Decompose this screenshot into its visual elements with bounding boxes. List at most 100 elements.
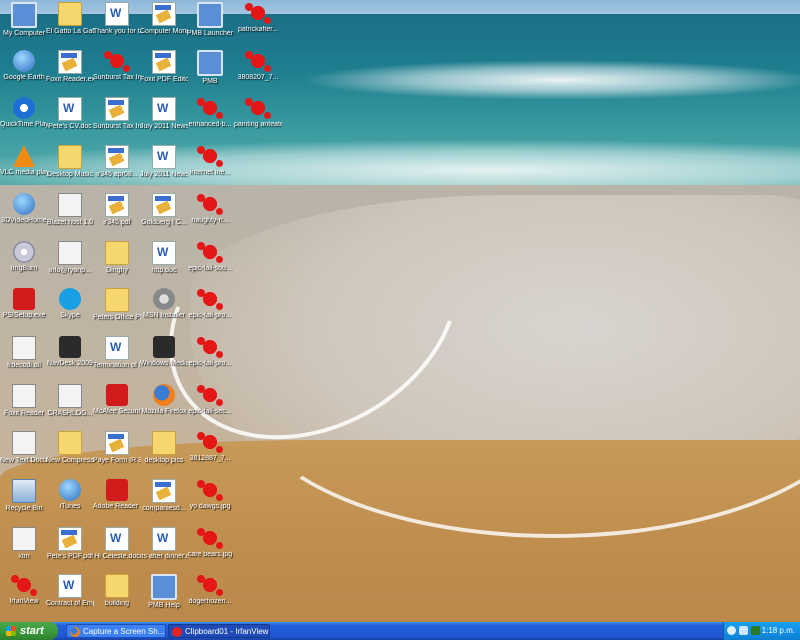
desktop-icon[interactable]: internet ine... [186, 145, 234, 177]
file-icon [12, 527, 36, 551]
desktop-icon-label: Mozilla Firefox [141, 408, 187, 415]
desktop-icon[interactable]: info@ryanp... [46, 241, 94, 275]
folder-icon [105, 288, 129, 312]
show-hidden-icons-icon[interactable] [727, 626, 736, 635]
desktop-icon[interactable]: Paye Form IR 345, RPA ... [93, 431, 141, 465]
desktop-icon[interactable]: New Text Document.txt [0, 431, 48, 465]
desktop-icon[interactable]: New Compress... [46, 431, 94, 465]
desktop-icon[interactable]: McAfee Security... [93, 384, 141, 416]
desktop-icon[interactable]: painting anteater.jpg [234, 97, 282, 129]
tray-network-icon[interactable] [739, 626, 748, 635]
desktop-icon[interactable]: Goldberg I C... [140, 193, 188, 227]
irfanview-icon [172, 627, 182, 637]
desktop-icon[interactable]: 3DVideoHome [0, 193, 48, 225]
desktop-icon[interactable]: epic-fail-sou... [186, 241, 234, 273]
word-doc-icon [58, 574, 82, 598]
desktop-icon[interactable]: Adobe Reader X [93, 479, 141, 511]
desktop-icon[interactable]: Windows Media Player [140, 336, 188, 368]
desktop-icon[interactable]: Foxit Reader [0, 384, 48, 418]
word-doc-icon [105, 336, 129, 360]
desktop-icon[interactable]: iTunes [46, 479, 94, 511]
desktop-icon[interactable]: enhanced-b... [186, 97, 234, 129]
desktop-icon[interactable]: 3812887_7... [186, 431, 234, 463]
desktop-icon[interactable]: Sunburst Tax Invoice.pdf [93, 97, 141, 131]
desktop-icon[interactable]: Dinghy [93, 241, 141, 275]
start-button[interactable]: start [0, 622, 58, 640]
desktop-icon[interactable]: Thank you for taking this... [93, 2, 141, 36]
desktop-icon[interactable]: El Gatto La Gatita y... [46, 2, 94, 36]
desktop-icon-label: patrickafter... [237, 26, 279, 33]
desktop-icon[interactable]: Pete's PDF.pdf [46, 527, 94, 561]
skype-icon [59, 288, 81, 310]
desktop-icon[interactable]: dogerhozen... [186, 574, 234, 606]
desktop-icon-label: Foxit Reader.exe [46, 76, 94, 83]
irfanview-icon [197, 384, 223, 406]
mcafee-icon [106, 384, 128, 406]
desktop-icon[interactable]: its after dinner.doc [140, 527, 188, 561]
desktop-icon[interactable]: ktm [0, 527, 48, 561]
desktop-icon-label: Blazet host 1.0 [46, 219, 94, 226]
desktop-icon-label: July 2011 Newslet... [140, 171, 188, 178]
desktop-icon[interactable]: patrickafter... [234, 2, 282, 34]
desktop-icon-label: 3DVideoHome [1, 217, 47, 224]
desktop-icon[interactable]: PMB Launcher [186, 2, 234, 38]
desktop-icon[interactable]: Recycle Bin [0, 479, 48, 513]
desktop-icon[interactable]: Pete's CV.doc [46, 97, 94, 131]
desktop-icon[interactable]: July 2011 Newslet... [140, 145, 188, 179]
desktop-icon[interactable]: July 2011 Newslet... [140, 97, 188, 131]
desktop-icon[interactable]: yo dawgs.jpg [186, 479, 234, 511]
desktop-icon[interactable]: companiesd... [140, 479, 188, 513]
desktop-icon[interactable]: My Computer [0, 2, 48, 38]
desktop-icon[interactable]: VLC media player [0, 145, 48, 177]
desktop-icon-label: PMB [202, 78, 218, 85]
desktop-icon[interactable]: Contract of Employmen... [46, 574, 94, 608]
desktop-icon[interactable]: epic-fail-pro... [186, 336, 234, 368]
desktop-icon[interactable]: IrfanView [0, 574, 48, 606]
desktop-icon[interactable]: Skype [46, 288, 94, 320]
desktop-icon[interactable]: Peters Office Photos [93, 288, 141, 322]
desktop-icon-label: New Compress... [46, 457, 94, 464]
desktop-icon[interactable]: care bears.jpg [186, 527, 234, 559]
desktop-icon[interactable]: Foxit Reader.exe [46, 50, 94, 84]
word-doc-icon [105, 527, 129, 551]
desktop-icon[interactable]: Google Earth [0, 50, 48, 82]
desktop-icon-label: yo dawgs.jpg [189, 503, 231, 510]
desktop-icon[interactable]: PMB [186, 50, 234, 86]
desktop-icon[interactable]: MSN Installer [140, 288, 188, 320]
desktop-icon[interactable]: QuickTime Player [0, 97, 48, 129]
desktop-icon[interactable]: desktop pics [140, 431, 188, 465]
zip-folder-icon [58, 431, 82, 455]
desktop-icon[interactable]: Desktop Music [46, 145, 94, 179]
taskbar-button-irfanview[interactable]: Clipboard01 - IrfanView [168, 624, 270, 638]
desktop-icon[interactable]: ImgBurn [0, 241, 48, 273]
desktop-icon-label: its after dinner.doc [140, 553, 188, 560]
desktop-icon[interactable]: PMB Help [140, 574, 188, 610]
taskbar-button-firefox[interactable]: Capture a Screen Sh... [66, 624, 166, 638]
file-icon [58, 384, 82, 408]
desktop-icon[interactable]: CRASHLOG... [46, 384, 94, 418]
desktop-icon[interactable]: http.doc [140, 241, 188, 275]
desktop-icon[interactable]: naughty-n... [186, 193, 234, 225]
tray-shield-icon[interactable] [751, 626, 760, 635]
desktop-icon[interactable]: Foxit PDF Editor [140, 50, 188, 84]
pdf-icon [105, 145, 129, 169]
desktop-icon[interactable]: Mozilla Firefox [140, 384, 188, 416]
desktop-icon[interactable]: epic-fail-sec... [186, 384, 234, 416]
desktop-icon[interactable]: Sunburst Tax Invoice 30h... [93, 50, 141, 82]
firefox-icon [70, 627, 80, 637]
desktop-icon[interactable]: Blazet host 1.0 [46, 193, 94, 227]
desktop-icon[interactable]: epic-fail-pro... [186, 288, 234, 320]
desktop-icon[interactable]: ir345.pdf [93, 193, 141, 227]
desktop-icon-label: Skype [60, 312, 80, 319]
desktop-icon[interactable]: Hi Celeste.doc [93, 527, 141, 561]
clock[interactable]: 1:18 p.m. [762, 622, 795, 640]
desktop-icon[interactable]: ir345 apr08... [93, 145, 141, 179]
desktop-icon[interactable]: 3808207_7... [234, 50, 282, 82]
desktop-icon[interactable]: Computer Monitors an... [140, 2, 188, 36]
desktop-icon[interactable]: Termination of Lease Uni... [93, 336, 141, 370]
desktop-icon[interactable]: NavDesk 2009 [46, 336, 94, 368]
desktop-icon[interactable]: building [93, 574, 141, 608]
desktop-icon[interactable]: frdecodi.dll [0, 336, 48, 370]
desktop-icon-label: Goldberg I C... [141, 219, 187, 226]
desktop-icon[interactable]: PSISetup.exe [0, 288, 48, 320]
